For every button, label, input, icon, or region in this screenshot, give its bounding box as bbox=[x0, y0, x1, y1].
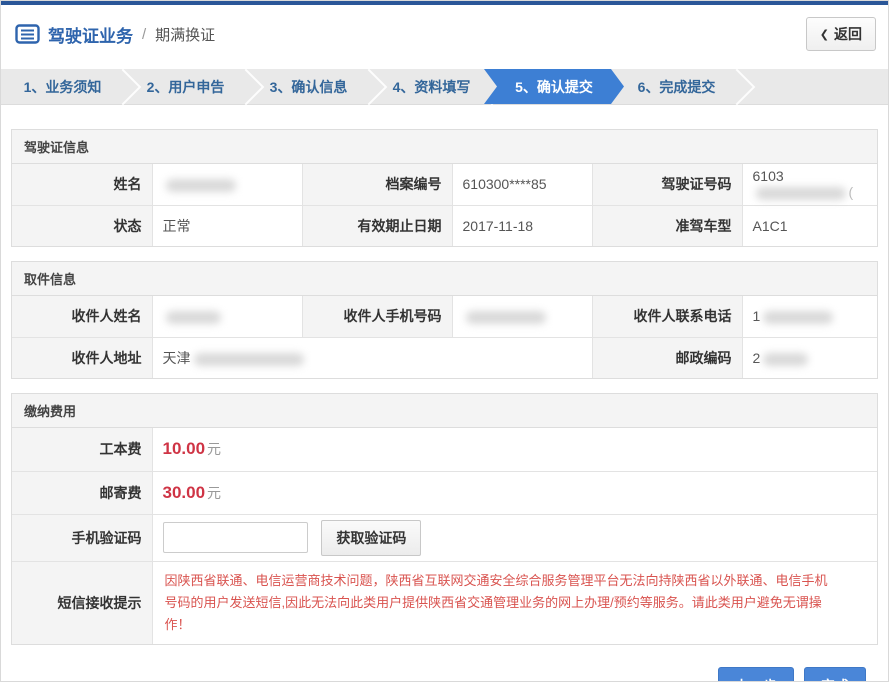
table-row: 手机验证码 获取验证码 bbox=[12, 514, 877, 561]
address-prefix: 天津 bbox=[163, 350, 191, 366]
step-label: 6、完成提交 bbox=[638, 77, 716, 97]
license-no-suffix: ( bbox=[849, 184, 854, 200]
redacted-value bbox=[756, 187, 846, 200]
post-fee-amount: 30.00 bbox=[163, 483, 206, 502]
recipient-phone-value: 1 bbox=[742, 296, 877, 337]
step-label: 1、业务须知 bbox=[24, 77, 102, 97]
section-title: 缴纳费用 bbox=[12, 394, 877, 428]
section-fees: 缴纳费用 工本费 10.00元 邮寄费 30.00元 手机验证码 获取验证码 bbox=[11, 393, 878, 645]
status-label: 状态 bbox=[12, 205, 152, 246]
step-6-finish-submit: 6、完成提交 bbox=[615, 69, 738, 104]
expiry-label: 有效期止日期 bbox=[302, 205, 452, 246]
breadcrumb-separator: / bbox=[142, 26, 146, 43]
previous-step-button[interactable]: 上一步 bbox=[718, 667, 794, 682]
sms-notice-text: 因陕西省联通、电信运营商技术问题，陕西省互联网交通安全综合服务管理平台无法向持陕… bbox=[163, 566, 868, 640]
recipient-phone-label: 收件人联系电话 bbox=[592, 296, 742, 337]
table-row: 收件人姓名 收件人手机号码 收件人联系电话 1 bbox=[12, 296, 877, 337]
phone-prefix: 1 bbox=[753, 308, 761, 324]
get-sms-code-button[interactable]: 获取验证码 bbox=[321, 520, 421, 556]
license-no-prefix: 6103 bbox=[753, 168, 784, 184]
fees-table: 工本费 10.00元 邮寄费 30.00元 手机验证码 获取验证码 短信接收提示 bbox=[12, 428, 877, 644]
redacted-value bbox=[763, 311, 833, 324]
sms-notice-label: 短信接收提示 bbox=[12, 561, 152, 644]
redacted-value bbox=[194, 353, 304, 366]
section-title: 驾驶证信息 bbox=[12, 130, 877, 164]
sms-code-label: 手机验证码 bbox=[12, 514, 152, 561]
postcode-value: 2 bbox=[742, 337, 877, 378]
vehicle-type-value: A1C1 bbox=[742, 205, 877, 246]
sms-code-cell: 获取验证码 bbox=[152, 514, 877, 561]
postcode-label: 邮政编码 bbox=[592, 337, 742, 378]
license-no-value: 6103 ( bbox=[742, 164, 877, 205]
work-fee-amount: 10.00 bbox=[163, 439, 206, 458]
breadcrumb: 驾驶证业务 / 期满换证 bbox=[15, 22, 215, 47]
step-4-fill-data: 4、资料填写 bbox=[370, 69, 493, 104]
table-row: 邮寄费 30.00元 bbox=[12, 471, 877, 514]
step-5-confirm-submit-active: 5、确认提交 bbox=[484, 69, 624, 104]
license-no-label: 驾驶证号码 bbox=[592, 164, 742, 205]
step-3-confirm-info: 3、确认信息 bbox=[247, 69, 370, 104]
step-label: 4、资料填写 bbox=[393, 77, 471, 97]
sms-notice-cell: 因陕西省联通、电信运营商技术问题，陕西省互联网交通安全综合服务管理平台无法向持陕… bbox=[152, 561, 877, 644]
footer-actions: 上一步 完成 bbox=[11, 667, 866, 682]
recipient-mobile-value bbox=[452, 296, 592, 337]
redacted-value bbox=[166, 311, 221, 324]
pickup-info-table: 收件人姓名 收件人手机号码 收件人联系电话 1 收件人地址 天津 邮政编码 2 bbox=[12, 296, 877, 378]
name-label: 姓名 bbox=[12, 164, 152, 205]
page: 驾驶证业务 / 期满换证 ❮ 返回 1、业务须知 2、用户申告 3、确认信息 4… bbox=[0, 0, 889, 682]
post-fee-label: 邮寄费 bbox=[12, 471, 152, 514]
work-fee-value: 10.00元 bbox=[152, 428, 877, 471]
recipient-name-value bbox=[152, 296, 302, 337]
license-info-table: 姓名 档案编号 610300****85 驾驶证号码 6103 ( 状态 正常 有… bbox=[12, 164, 877, 246]
recipient-mobile-label: 收件人手机号码 bbox=[302, 296, 452, 337]
address-label: 收件人地址 bbox=[12, 337, 152, 378]
expiry-value: 2017-11-18 bbox=[452, 205, 592, 246]
section-title: 取件信息 bbox=[12, 262, 877, 296]
page-title: 驾驶证业务 bbox=[48, 22, 133, 47]
step-label: 2、用户申告 bbox=[147, 77, 225, 97]
main-content: 驾驶证信息 姓名 档案编号 610300****85 驾驶证号码 6103 ( 状… bbox=[11, 129, 878, 682]
post-fee-value: 30.00元 bbox=[152, 471, 877, 514]
redacted-value bbox=[166, 179, 236, 192]
sms-code-input[interactable] bbox=[163, 522, 308, 553]
step-label: 5、确认提交 bbox=[515, 77, 593, 97]
file-no-value: 610300****85 bbox=[452, 164, 592, 205]
vehicle-type-label: 准驾车型 bbox=[592, 205, 742, 246]
header: 驾驶证业务 / 期满换证 ❮ 返回 bbox=[1, 5, 888, 63]
table-row: 短信接收提示 因陕西省联通、电信运营商技术问题，陕西省互联网交通安全综合服务管理… bbox=[12, 561, 877, 644]
finish-button[interactable]: 完成 bbox=[804, 667, 866, 682]
steps-bar: 1、业务须知 2、用户申告 3、确认信息 4、资料填写 5、确认提交 6、完成提… bbox=[1, 69, 888, 105]
table-row: 姓名 档案编号 610300****85 驾驶证号码 6103 ( bbox=[12, 164, 877, 205]
postcode-prefix: 2 bbox=[753, 350, 761, 366]
table-row: 状态 正常 有效期止日期 2017-11-18 准驾车型 A1C1 bbox=[12, 205, 877, 246]
section-license-info: 驾驶证信息 姓名 档案编号 610300****85 驾驶证号码 6103 ( 状… bbox=[11, 129, 878, 247]
table-row: 收件人地址 天津 邮政编码 2 bbox=[12, 337, 877, 378]
work-fee-unit: 元 bbox=[207, 441, 221, 457]
chevron-left-icon: ❮ bbox=[820, 28, 829, 41]
section-pickup-info: 取件信息 收件人姓名 收件人手机号码 收件人联系电话 1 收件人地址 天津 邮政… bbox=[11, 261, 878, 379]
name-value bbox=[152, 164, 302, 205]
post-fee-unit: 元 bbox=[207, 485, 221, 501]
breadcrumb-current: 期满换证 bbox=[155, 24, 215, 45]
table-row: 工本费 10.00元 bbox=[12, 428, 877, 471]
steps-bar-filler bbox=[738, 69, 888, 104]
work-fee-label: 工本费 bbox=[12, 428, 152, 471]
status-value: 正常 bbox=[152, 205, 302, 246]
step-2-user-declaration: 2、用户申告 bbox=[124, 69, 247, 104]
redacted-value bbox=[763, 353, 808, 366]
back-button[interactable]: ❮ 返回 bbox=[806, 17, 876, 51]
address-value: 天津 bbox=[152, 337, 592, 378]
step-1-business-notice: 1、业务须知 bbox=[1, 69, 124, 104]
list-icon bbox=[15, 24, 40, 44]
step-label: 3、确认信息 bbox=[270, 77, 348, 97]
back-button-label: 返回 bbox=[834, 24, 862, 44]
file-no-label: 档案编号 bbox=[302, 164, 452, 205]
redacted-value bbox=[466, 311, 546, 324]
recipient-name-label: 收件人姓名 bbox=[12, 296, 152, 337]
